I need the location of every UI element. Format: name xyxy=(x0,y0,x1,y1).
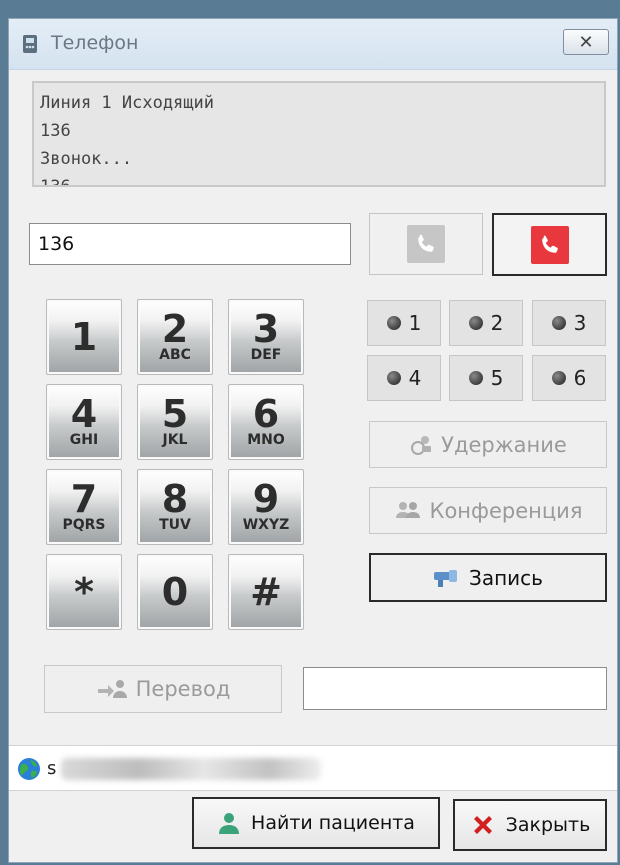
key-9[interactable]: 9 WXYZ xyxy=(228,469,304,545)
key-digit: 5 xyxy=(161,392,189,436)
connection-status-redacted xyxy=(61,758,321,780)
phone-window: Телефон ✕ Линия 1 Исходящий 136 Звонок..… xyxy=(8,18,618,863)
key-digit: 6 xyxy=(252,392,280,436)
key-7[interactable]: 7 PQRS xyxy=(46,469,122,545)
key-letters: MNO xyxy=(247,432,285,448)
phone-number-input[interactable] xyxy=(29,223,351,265)
key-digit: # xyxy=(250,570,282,614)
key-4[interactable]: 4 GHI xyxy=(46,384,122,460)
title-bar[interactable]: Телефон ✕ xyxy=(9,19,617,70)
log-line: Линия 1 Исходящий xyxy=(40,93,214,113)
transfer-icon xyxy=(97,680,127,698)
line-button-3[interactable]: 3 xyxy=(532,300,606,346)
hold-button[interactable]: Удержание xyxy=(369,421,607,468)
key-3[interactable]: 3 DEF xyxy=(228,299,304,375)
line-number: 5 xyxy=(490,366,504,390)
log-line: 136 xyxy=(40,121,71,141)
log-line: 136 xyxy=(40,177,71,187)
line-button-2[interactable]: 2 xyxy=(449,300,523,346)
close-button[interactable]: Закрыть xyxy=(453,799,607,851)
transfer-number-input[interactable] xyxy=(303,667,607,710)
record-icon xyxy=(434,569,458,587)
hold-icon xyxy=(411,435,432,455)
line-button-1[interactable]: 1 xyxy=(367,300,441,346)
key-letters: WXYZ xyxy=(242,517,290,533)
status-bar: s xyxy=(9,745,617,791)
conference-label: Конференция xyxy=(429,498,583,523)
line-indicator-icon xyxy=(551,316,566,330)
line-indicator-icon xyxy=(386,316,401,330)
key-0[interactable]: 0 xyxy=(137,554,213,630)
key-digit: 0 xyxy=(161,570,189,614)
line-button-4[interactable]: 4 xyxy=(367,355,441,401)
line-indicator-icon xyxy=(386,371,401,385)
key-digit: 1 xyxy=(70,315,98,359)
line-indicator-icon xyxy=(551,371,566,385)
log-line: Звонок... xyxy=(40,149,133,169)
line-number: 2 xyxy=(490,311,504,335)
hold-label: Удержание xyxy=(441,432,567,457)
key-letters: TUV xyxy=(159,517,191,533)
find-patient-label: Найти пациента xyxy=(251,812,415,834)
connection-status-text: s xyxy=(47,758,57,779)
key-letters: ABC xyxy=(159,347,191,363)
key-star[interactable]: * xyxy=(46,554,122,630)
key-hash[interactable]: # xyxy=(228,554,304,630)
key-8[interactable]: 8 TUV xyxy=(137,469,213,545)
patient-icon xyxy=(219,813,240,834)
line-number: 1 xyxy=(408,311,422,335)
line-button-6[interactable]: 6 xyxy=(532,355,606,401)
key-digit: 9 xyxy=(252,477,280,521)
red-x-icon xyxy=(473,816,492,834)
line-number: 6 xyxy=(573,366,587,390)
conference-button[interactable]: Конференция xyxy=(369,487,607,534)
key-digit: 4 xyxy=(70,392,98,436)
record-button[interactable]: Запись xyxy=(369,553,607,602)
key-letters: JKL xyxy=(162,432,188,448)
line-button-5[interactable]: 5 xyxy=(449,355,523,401)
close-icon: ✕ xyxy=(578,31,594,53)
transfer-label: Перевод xyxy=(135,677,231,701)
key-6[interactable]: 6 MNO xyxy=(228,384,304,460)
call-button[interactable] xyxy=(369,213,483,275)
record-label: Запись xyxy=(469,565,543,590)
line-indicator-icon xyxy=(468,371,483,385)
call-log: Линия 1 Исходящий 136 Звонок... 136 xyxy=(32,81,606,187)
line-indicator-icon xyxy=(468,316,483,330)
key-digit: 2 xyxy=(161,307,189,351)
key-1[interactable]: 1 xyxy=(46,299,122,375)
line-number: 4 xyxy=(408,366,422,390)
hangup-button[interactable] xyxy=(492,213,607,276)
key-digit: 3 xyxy=(252,307,280,351)
globe-icon xyxy=(18,758,40,780)
key-letters: PQRS xyxy=(62,517,106,533)
line-number: 3 xyxy=(573,311,587,335)
close-label: Закрыть xyxy=(505,814,591,836)
key-digit: 7 xyxy=(70,477,98,521)
find-patient-button[interactable]: Найти пациента xyxy=(192,797,440,849)
key-letters: DEF xyxy=(250,347,282,363)
key-letters: GHI xyxy=(69,432,99,448)
key-2[interactable]: 2 ABC xyxy=(137,299,213,375)
key-digit: 8 xyxy=(161,477,189,521)
window-title: Телефон xyxy=(51,32,139,54)
hangup-icon xyxy=(530,225,569,264)
window-close-button[interactable]: ✕ xyxy=(563,29,609,55)
phone-icon xyxy=(407,225,445,263)
key-5[interactable]: 5 JKL xyxy=(137,384,213,460)
phone-app-icon xyxy=(23,35,37,53)
key-digit: * xyxy=(74,570,94,614)
conference-icon xyxy=(395,501,420,518)
transfer-button[interactable]: Перевод xyxy=(44,665,282,713)
